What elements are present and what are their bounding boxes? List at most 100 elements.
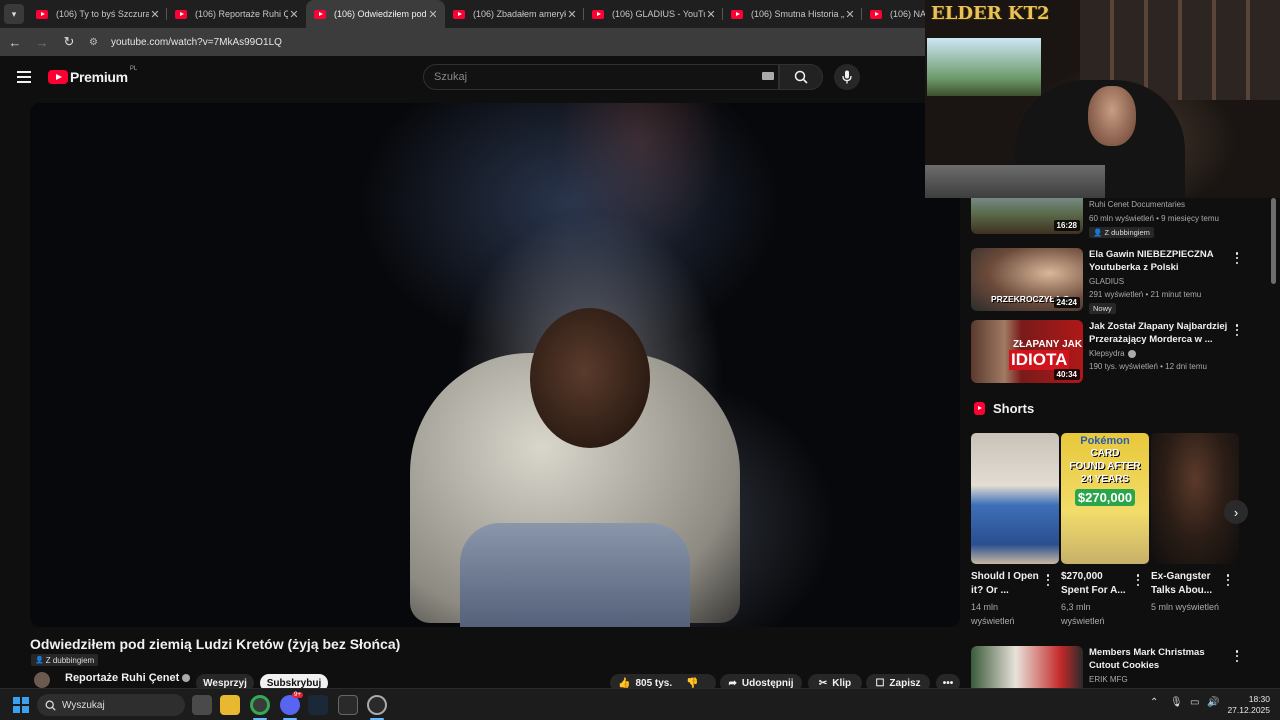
chrome-icon[interactable] [250, 695, 270, 715]
short-item[interactable]: Pokémon CARD FOUND AFTER 24 YEARS $270,0… [1061, 433, 1149, 633]
tab-close-icon[interactable]: ✕ [566, 8, 578, 21]
video-title[interactable]: Members Mark Christmas Cutout Cookies [1089, 646, 1229, 672]
file-explorer-icon[interactable] [220, 695, 240, 715]
short-thumbnail[interactable] [1151, 433, 1239, 564]
streamer-logo: ELDER KT2 [931, 3, 1050, 24]
youtube-header: Premium PL Szukaj [0, 56, 925, 100]
tab-close-icon[interactable]: ✕ [844, 8, 856, 21]
tab-close-icon[interactable]: ✕ [427, 8, 439, 21]
url-field[interactable]: ⚙ youtube.com/watch?v=7MkAs99O1LQ [89, 31, 282, 53]
short-thumbnail[interactable]: Pokémon CARD FOUND AFTER 24 YEARS $270,0… [1061, 433, 1149, 564]
video-player[interactable] [30, 103, 960, 627]
channel-name[interactable]: Reportaże Ruhi Çenet [65, 672, 191, 684]
browser-tab-active[interactable]: (106) Odwiedziłem pod zi ✕ [306, 0, 445, 28]
duration-badge: 24:24 [1053, 297, 1080, 308]
steam-icon[interactable] [308, 695, 328, 715]
browser-tab[interactable]: (106) Smutna Historia „W ✕ [723, 0, 862, 28]
site-info-icon[interactable]: ⚙ [89, 37, 103, 48]
tab-close-icon[interactable]: ✕ [705, 8, 717, 21]
recommendation-item[interactable]: PRZEKROCZYŁA G 24:24 Ela Gawin NIEBEZPIE… [971, 248, 1276, 320]
forward-arrow-icon[interactable]: → [30, 35, 54, 50]
tray-chevron-up-icon[interactable]: ⌃ [1150, 697, 1158, 708]
thumbs-down-icon[interactable]: 👎 [686, 678, 698, 689]
browser-tab[interactable]: (106) NAJŚM [862, 0, 932, 28]
channel-name: GLADIUS [1089, 277, 1125, 286]
search-input[interactable]: Szukaj [423, 64, 779, 90]
tab-search-chevron-icon[interactable]: ▾ [4, 4, 24, 24]
youtube-logo-icon [48, 70, 68, 84]
channel-action-row: Reportaże Ruhi Çenet Wesprzyj Subskrybuj… [30, 670, 960, 692]
thumbs-up-icon[interactable]: 👍 [618, 678, 630, 689]
recommendation-item[interactable]: Members Mark Christmas Cutout Cookies ER… [971, 646, 1276, 688]
browser-tab[interactable]: (106) Zbadałem amerykań ✕ [445, 0, 584, 28]
task-view-icon[interactable] [192, 695, 212, 715]
short-title[interactable]: Should I Open it? Or ... [971, 570, 1041, 598]
shorts-icon [974, 402, 985, 415]
short-title[interactable]: $270,000 Spent For A... [1061, 570, 1131, 598]
windows-start-icon[interactable] [13, 697, 29, 713]
tab-title: (106) GLADIUS - YouTube [612, 9, 705, 19]
webcam-overlay: ELDER KT2 [925, 0, 1280, 198]
reload-icon[interactable]: ↻ [57, 34, 81, 50]
verified-check-icon [182, 674, 191, 683]
keyboard-icon[interactable] [762, 72, 774, 80]
scrollbar-thumb[interactable] [1271, 198, 1276, 284]
short-views: 5 mln wyświetleń [1151, 602, 1220, 612]
search-button[interactable] [779, 64, 823, 90]
video-thumbnail[interactable]: PRZEKROCZYŁA G 24:24 [971, 248, 1083, 311]
browser-tab[interactable]: (106) GLADIUS - YouTube ✕ [584, 0, 723, 28]
tab-close-icon[interactable]: ✕ [149, 8, 161, 21]
more-options-icon[interactable] [1225, 574, 1231, 586]
video-thumbnail[interactable] [971, 646, 1083, 688]
aquarium-scene [927, 38, 1041, 96]
tab-title: (106) NAJŚM [890, 9, 926, 19]
browser-tab[interactable]: (106) Ty to byś Szczura Zj ✕ [28, 0, 167, 28]
volume-icon[interactable]: 🔊 [1207, 697, 1219, 708]
duration-badge: 16:28 [1053, 220, 1080, 231]
short-thumbnail[interactable] [971, 433, 1059, 564]
scissors-icon: ✂ [818, 677, 828, 689]
video-title[interactable]: Ela Gawin NIEBEZPIECZNA Youtuberka z Pol… [1089, 248, 1229, 274]
youtube-premium-logo[interactable]: Premium PL [48, 66, 137, 85]
more-options-icon[interactable] [1045, 574, 1051, 586]
tab-title: (106) Ty to byś Szczura Zj [56, 9, 149, 19]
video-thumbnail[interactable]: ZŁAPANY JAK IDIOTA 40:34 [971, 320, 1083, 383]
dubbing-badge: 👤 Z dubbingiem [31, 654, 99, 666]
shorts-next-arrow-icon[interactable]: › [1224, 500, 1248, 524]
system-clock[interactable]: 18:30 27.12.2025 [1226, 694, 1270, 716]
thumbnail-text: FOUND AFTER [1069, 461, 1141, 472]
person-voice-icon: 👤 [35, 657, 44, 664]
more-options-icon[interactable] [1234, 252, 1240, 264]
tab-close-icon[interactable]: ✕ [288, 8, 300, 21]
tab-title: (106) Zbadałem amerykań [473, 9, 566, 19]
dubbing-tag: 👤 Z dubbingiem [1089, 227, 1154, 238]
tab-title: (106) Smutna Historia „W [751, 9, 844, 19]
discord-notification-badge: 9+ [292, 692, 303, 698]
xbox-app-icon[interactable] [338, 695, 358, 715]
like-count[interactable]: 805 tys. [635, 678, 672, 689]
short-item[interactable]: Ex-Gangster Talks Abou... 5 mln wyświetl… [1151, 433, 1239, 633]
menu-hamburger-icon[interactable] [17, 71, 31, 83]
verified-check-icon [1127, 349, 1136, 358]
short-item[interactable]: Should I Open it? Or ... 14 mln wyświetl… [971, 433, 1059, 633]
youtube-favicon-icon [314, 9, 326, 19]
short-views: 14 mln wyświetleń [971, 602, 1015, 626]
taskbar-search[interactable]: Wyszukaj [37, 694, 185, 716]
discord-icon[interactable] [280, 695, 300, 715]
network-icon[interactable]: ▭ [1190, 697, 1199, 708]
microphone-tray-icon[interactable]: 🎙 [1170, 697, 1183, 708]
more-options-icon[interactable] [1135, 574, 1141, 586]
browser-tab[interactable]: (106) Reportaże Ruhi Çen ✕ [167, 0, 306, 28]
more-options-icon[interactable] [1234, 650, 1240, 662]
recommendation-item[interactable]: ZŁAPANY JAK IDIOTA 40:34 Jak Został Złap… [971, 320, 1276, 392]
tab-title: (106) Reportaże Ruhi Çen [195, 9, 288, 19]
back-arrow-icon[interactable]: ← [3, 35, 27, 50]
video-meta: 60 mln wyświetleń • 9 miesięcy temu [1089, 214, 1219, 223]
short-title[interactable]: Ex-Gangster Talks Abou... [1151, 570, 1221, 598]
video-title[interactable]: Jak Został Złapany Najbardziej Przerażaj… [1089, 320, 1229, 346]
voice-search-button[interactable] [834, 64, 860, 90]
channel-avatar[interactable] [34, 672, 50, 688]
video-meta: 291 wyświetleń • 21 minut temu [1089, 290, 1202, 299]
obs-icon[interactable] [367, 695, 387, 715]
more-options-icon[interactable] [1234, 324, 1240, 336]
